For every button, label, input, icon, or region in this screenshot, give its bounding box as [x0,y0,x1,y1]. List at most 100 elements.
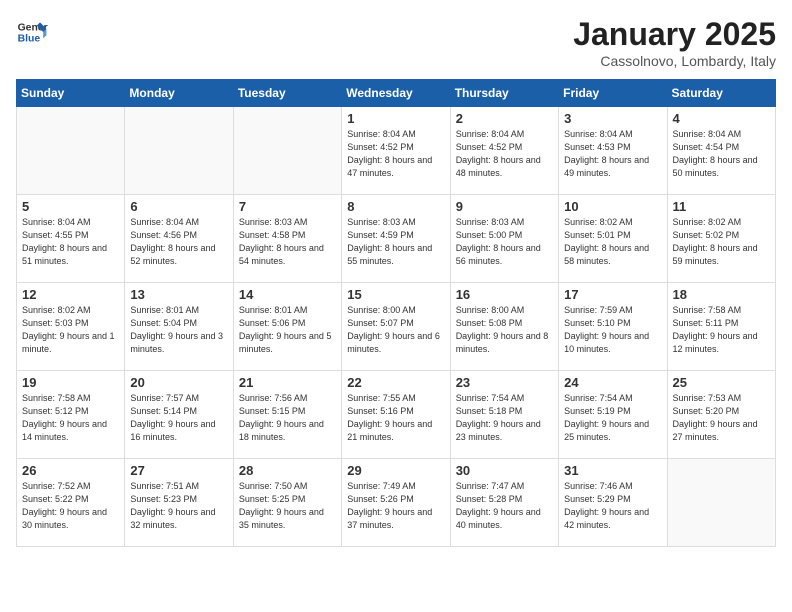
day-number: 3 [564,111,661,126]
day-number: 21 [239,375,336,390]
calendar-cell: 17 Sunrise: 7:59 AM Sunset: 5:10 PM Dayli… [559,283,667,371]
day-info: Sunrise: 7:57 AM Sunset: 5:14 PM Dayligh… [130,392,227,444]
calendar-cell: 28 Sunrise: 7:50 AM Sunset: 5:25 PM Dayli… [233,459,341,547]
day-number: 16 [456,287,553,302]
calendar-cell: 10 Sunrise: 8:02 AM Sunset: 5:01 PM Dayli… [559,195,667,283]
weekday-header-row: SundayMondayTuesdayWednesdayThursdayFrid… [17,80,776,107]
day-info: Sunrise: 7:58 AM Sunset: 5:11 PM Dayligh… [673,304,770,356]
day-number: 5 [22,199,119,214]
day-info: Sunrise: 8:02 AM Sunset: 5:01 PM Dayligh… [564,216,661,268]
calendar-table: SundayMondayTuesdayWednesdayThursdayFrid… [16,79,776,547]
day-number: 31 [564,463,661,478]
day-number: 19 [22,375,119,390]
calendar-week-row: 19Sunrise: 7:58 AM Sunset: 5:12 PM Dayli… [17,371,776,459]
day-number: 11 [673,199,770,214]
day-info: Sunrise: 7:55 AM Sunset: 5:16 PM Dayligh… [347,392,444,444]
day-number: 22 [347,375,444,390]
day-number: 14 [239,287,336,302]
day-number: 29 [347,463,444,478]
day-number: 13 [130,287,227,302]
calendar-cell: 13 Sunrise: 8:01 AM Sunset: 5:04 PM Dayli… [125,283,233,371]
calendar-cell [17,107,125,195]
day-info: Sunrise: 7:51 AM Sunset: 5:23 PM Dayligh… [130,480,227,532]
day-number: 24 [564,375,661,390]
svg-text:Blue: Blue [18,34,41,45]
weekday-header: Saturday [667,80,775,107]
day-number: 18 [673,287,770,302]
day-info: Sunrise: 8:02 AM Sunset: 5:02 PM Dayligh… [673,216,770,268]
calendar-cell: 31 Sunrise: 7:46 AM Sunset: 5:29 PM Dayli… [559,459,667,547]
day-info: Sunrise: 7:59 AM Sunset: 5:10 PM Dayligh… [564,304,661,356]
day-info: Sunrise: 7:46 AM Sunset: 5:29 PM Dayligh… [564,480,661,532]
calendar-cell: 12Sunrise: 8:02 AM Sunset: 5:03 PM Dayli… [17,283,125,371]
calendar-cell: 16Sunrise: 8:00 AM Sunset: 5:08 PM Dayli… [450,283,558,371]
day-info: Sunrise: 7:53 AM Sunset: 5:20 PM Dayligh… [673,392,770,444]
calendar-cell [233,107,341,195]
day-info: Sunrise: 8:04 AM Sunset: 4:56 PM Dayligh… [130,216,227,268]
day-number: 1 [347,111,444,126]
logo-icon: General Blue [16,16,48,48]
calendar-cell: 3 Sunrise: 8:04 AM Sunset: 4:53 PM Daylig… [559,107,667,195]
day-info: Sunrise: 7:49 AM Sunset: 5:26 PM Dayligh… [347,480,444,532]
calendar-week-row: 26Sunrise: 7:52 AM Sunset: 5:22 PM Dayli… [17,459,776,547]
day-info: Sunrise: 8:04 AM Sunset: 4:54 PM Dayligh… [673,128,770,180]
weekday-header: Sunday [17,80,125,107]
day-number: 10 [564,199,661,214]
day-info: Sunrise: 7:47 AM Sunset: 5:28 PM Dayligh… [456,480,553,532]
day-info: Sunrise: 8:02 AM Sunset: 5:03 PM Dayligh… [22,304,119,356]
day-number: 25 [673,375,770,390]
day-number: 20 [130,375,227,390]
calendar-cell [667,459,775,547]
calendar-week-row: 5 Sunrise: 8:04 AM Sunset: 4:55 PM Daylig… [17,195,776,283]
page-header: General Blue January 2025 Cassolnovo, Lo… [16,16,776,69]
calendar-subtitle: Cassolnovo, Lombardy, Italy [573,53,776,69]
day-info: Sunrise: 7:56 AM Sunset: 5:15 PM Dayligh… [239,392,336,444]
calendar-cell: 27 Sunrise: 7:51 AM Sunset: 5:23 PM Dayli… [125,459,233,547]
calendar-cell: 9 Sunrise: 8:03 AM Sunset: 5:00 PM Daylig… [450,195,558,283]
calendar-cell: 4Sunrise: 8:04 AM Sunset: 4:54 PM Daylig… [667,107,775,195]
calendar-cell: 26Sunrise: 7:52 AM Sunset: 5:22 PM Dayli… [17,459,125,547]
calendar-cell: 7 Sunrise: 8:03 AM Sunset: 4:58 PM Daylig… [233,195,341,283]
calendar-cell: 11 Sunrise: 8:02 AM Sunset: 5:02 PM Dayli… [667,195,775,283]
day-number: 27 [130,463,227,478]
day-info: Sunrise: 7:54 AM Sunset: 5:18 PM Dayligh… [456,392,553,444]
calendar-cell: 25 Sunrise: 7:53 AM Sunset: 5:20 PM Dayli… [667,371,775,459]
day-info: Sunrise: 8:04 AM Sunset: 4:52 PM Dayligh… [347,128,444,180]
calendar-cell [125,107,233,195]
day-number: 2 [456,111,553,126]
weekday-header: Monday [125,80,233,107]
calendar-cell: 24 Sunrise: 7:54 AM Sunset: 5:19 PM Dayli… [559,371,667,459]
title-block: January 2025 Cassolnovo, Lombardy, Italy [573,16,776,69]
day-info: Sunrise: 7:54 AM Sunset: 5:19 PM Dayligh… [564,392,661,444]
calendar-cell: 8Sunrise: 8:03 AM Sunset: 4:59 PM Daylig… [342,195,450,283]
day-info: Sunrise: 8:01 AM Sunset: 5:06 PM Dayligh… [239,304,336,356]
day-number: 23 [456,375,553,390]
calendar-cell: 23 Sunrise: 7:54 AM Sunset: 5:18 PM Dayli… [450,371,558,459]
day-info: Sunrise: 7:52 AM Sunset: 5:22 PM Dayligh… [22,480,119,532]
day-info: Sunrise: 8:01 AM Sunset: 5:04 PM Dayligh… [130,304,227,356]
calendar-cell: 1 Sunrise: 8:04 AM Sunset: 4:52 PM Daylig… [342,107,450,195]
calendar-cell: 22 Sunrise: 7:55 AM Sunset: 5:16 PM Dayli… [342,371,450,459]
day-number: 17 [564,287,661,302]
calendar-cell: 30 Sunrise: 7:47 AM Sunset: 5:28 PM Dayli… [450,459,558,547]
calendar-cell: 18 Sunrise: 7:58 AM Sunset: 5:11 PM Dayli… [667,283,775,371]
calendar-week-row: 12Sunrise: 8:02 AM Sunset: 5:03 PM Dayli… [17,283,776,371]
day-number: 7 [239,199,336,214]
calendar-cell: 19Sunrise: 7:58 AM Sunset: 5:12 PM Dayli… [17,371,125,459]
calendar-cell: 2Sunrise: 8:04 AM Sunset: 4:52 PM Daylig… [450,107,558,195]
day-number: 6 [130,199,227,214]
day-number: 8 [347,199,444,214]
day-info: Sunrise: 7:50 AM Sunset: 5:25 PM Dayligh… [239,480,336,532]
day-info: Sunrise: 8:03 AM Sunset: 5:00 PM Dayligh… [456,216,553,268]
day-number: 30 [456,463,553,478]
day-info: Sunrise: 8:03 AM Sunset: 4:58 PM Dayligh… [239,216,336,268]
day-number: 15 [347,287,444,302]
day-info: Sunrise: 8:04 AM Sunset: 4:55 PM Dayligh… [22,216,119,268]
day-number: 9 [456,199,553,214]
calendar-cell: 6 Sunrise: 8:04 AM Sunset: 4:56 PM Daylig… [125,195,233,283]
day-info: Sunrise: 8:04 AM Sunset: 4:53 PM Dayligh… [564,128,661,180]
calendar-cell: 14 Sunrise: 8:01 AM Sunset: 5:06 PM Dayli… [233,283,341,371]
day-number: 28 [239,463,336,478]
logo: General Blue [16,16,48,48]
calendar-cell: 20 Sunrise: 7:57 AM Sunset: 5:14 PM Dayli… [125,371,233,459]
